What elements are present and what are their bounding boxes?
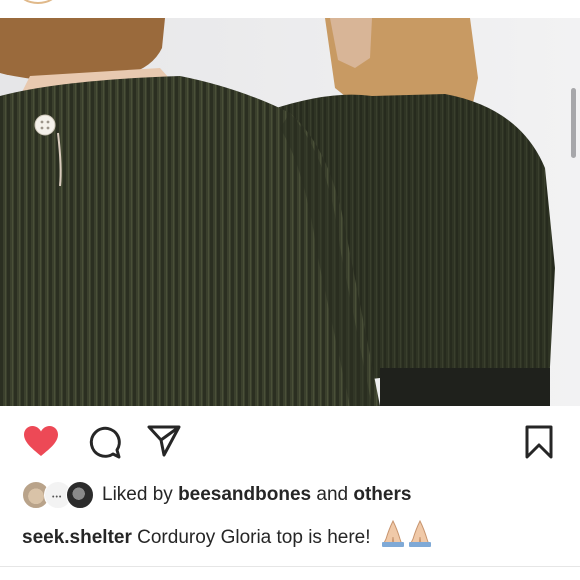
post-actions [0,418,580,466]
likes-summary[interactable]: Liked by beesandbones and others [102,481,411,509]
top-strip [0,0,580,18]
profile-avatar-ring[interactable] [18,0,58,4]
liker-username[interactable]: beesandbones [178,484,311,505]
likes-joiner: and [316,484,349,505]
avatar[interactable] [66,481,94,509]
liker-avatars[interactable]: ••• [22,481,96,509]
comment-bubble-icon[interactable] [86,424,122,465]
post-photo[interactable] [0,18,580,406]
caption-text: Corduroy Gloria top is here! [137,527,371,549]
post-photo-illustration [0,18,580,406]
heart-filled-icon[interactable] [22,424,60,463]
divider [0,566,580,567]
caption-username[interactable]: seek.shelter [22,527,132,548]
scroll-indicator[interactable] [571,88,576,158]
paper-plane-icon[interactable] [146,424,182,463]
bookmark-icon[interactable] [524,424,554,465]
likes-others-link[interactable]: others [353,484,411,505]
likes-prefix: Liked by [102,484,173,505]
post-caption: seek.shelter Corduroy Gloria top is here… [22,519,567,551]
folded-hands-icon [380,519,434,557]
likes-row: ••• Liked by beesandbones and others [22,480,562,510]
